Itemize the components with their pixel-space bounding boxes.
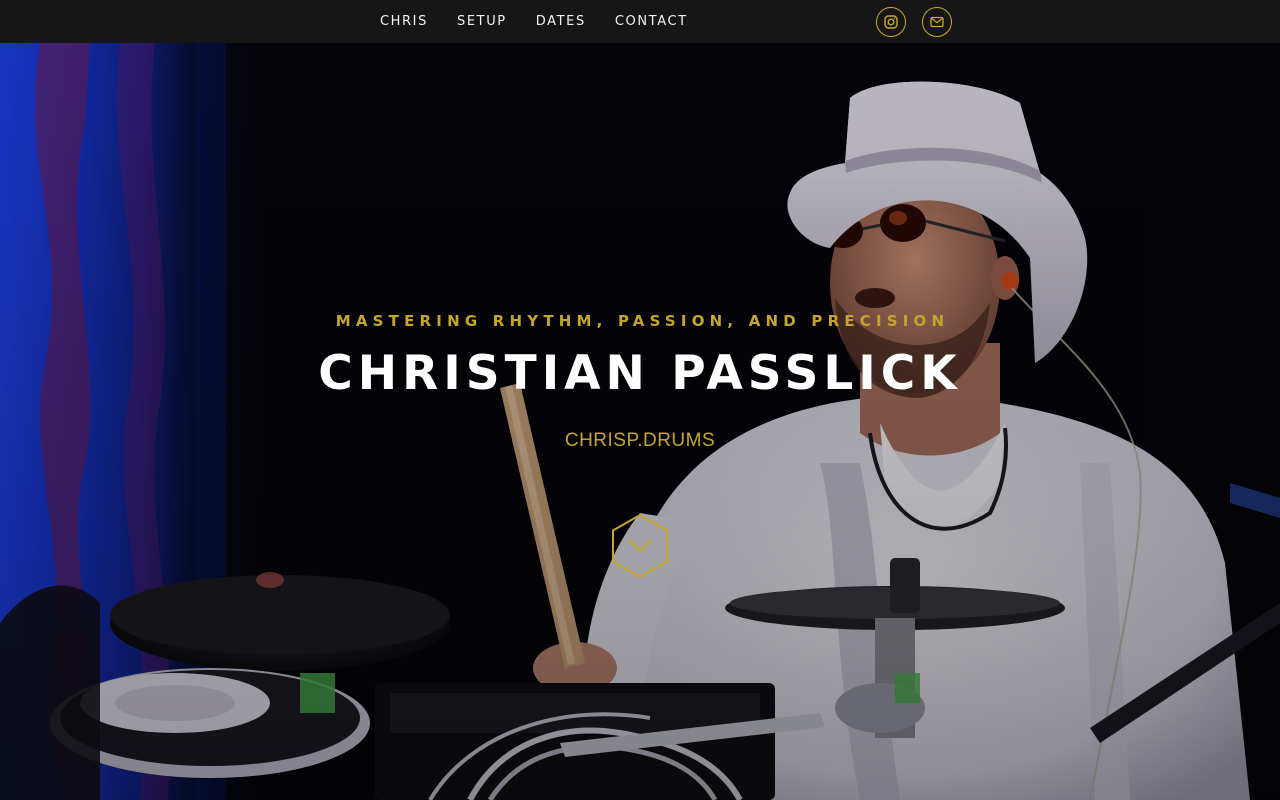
nav-link-dates[interactable]: DATES xyxy=(536,14,586,29)
nav-link-setup[interactable]: SETUP xyxy=(457,14,507,29)
social-links xyxy=(876,7,952,37)
mail-icon xyxy=(930,16,944,28)
scroll-down-button[interactable] xyxy=(611,513,669,579)
hero-title: CHRISTIAN PASSLICK xyxy=(318,346,962,401)
main-nav: CHRIS SETUP DATES CONTACT xyxy=(380,0,717,43)
hero-tagline: MASTERING RHYTHM, PASSION, AND PRECISION xyxy=(335,312,950,330)
hero-section: MASTERING RHYTHM, PASSION, AND PRECISION… xyxy=(0,43,1280,800)
hero-handle: CHRISP.DRUMS xyxy=(564,430,716,451)
hero-background-photo xyxy=(0,43,1280,800)
instagram-button[interactable] xyxy=(876,7,906,37)
nav-link-chris[interactable]: CHRIS xyxy=(380,14,428,29)
chevron-down-hexagon-icon xyxy=(612,513,668,579)
instagram-icon xyxy=(884,15,898,29)
nav-link-contact[interactable]: CONTACT xyxy=(615,14,688,29)
mail-button[interactable] xyxy=(922,7,952,37)
top-navbar: CHRIS SETUP DATES CONTACT xyxy=(0,0,1280,43)
